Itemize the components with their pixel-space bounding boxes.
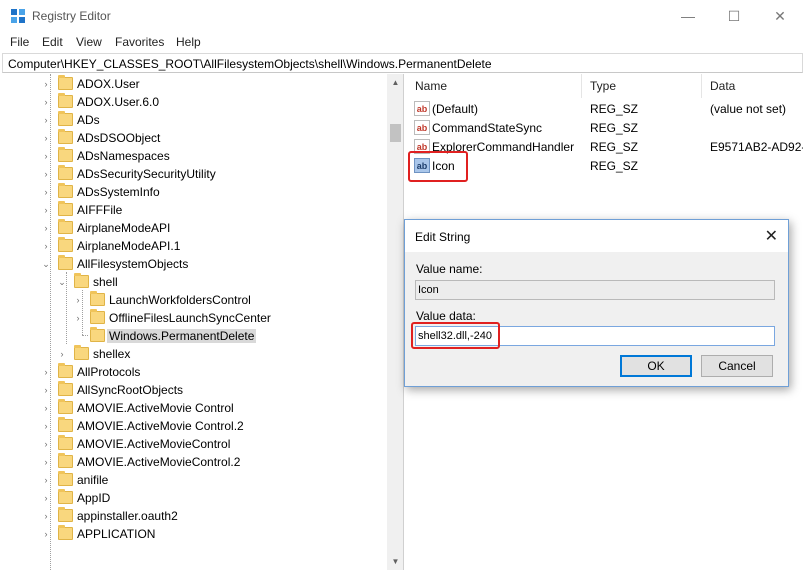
dialog-title: Edit String (415, 230, 471, 244)
expand-icon[interactable]: › (41, 204, 51, 216)
maximize-button[interactable]: ☐ (711, 0, 757, 32)
string-value-icon: ab (414, 101, 430, 116)
value-row[interactable]: ab CommandStateSync REG_SZ (407, 118, 803, 137)
folder-icon (58, 435, 73, 450)
dialog-title-bar: Edit String ✕ (405, 220, 788, 252)
value-row[interactable]: ab (Default) REG_SZ (value not set) (407, 99, 803, 118)
expand-icon[interactable]: › (41, 420, 51, 432)
menu-view[interactable]: View (76, 35, 102, 49)
expand-icon[interactable]: › (41, 222, 51, 234)
address-bar[interactable]: Computer\HKEY_CLASSES_ROOT\AllFilesystem… (2, 53, 803, 73)
scroll-down-icon[interactable]: ▼ (387, 553, 403, 570)
close-button[interactable]: ✕ (757, 0, 803, 32)
expand-icon[interactable]: › (41, 528, 51, 540)
highlight-box (408, 151, 468, 182)
folder-icon (58, 237, 73, 252)
expand-icon[interactable]: › (41, 510, 51, 522)
folder-icon (90, 327, 105, 342)
folder-icon (58, 453, 73, 468)
expand-icon[interactable]: › (41, 384, 51, 396)
tree-line (82, 335, 88, 336)
expand-icon[interactable]: › (41, 96, 51, 108)
folder-icon (58, 507, 73, 522)
tree-scrollbar[interactable]: ▲ ▼ (387, 74, 403, 570)
expand-icon[interactable]: › (41, 366, 51, 378)
expand-icon[interactable]: › (73, 294, 83, 306)
folder-icon (58, 201, 73, 216)
folder-icon (74, 273, 89, 288)
expand-icon[interactable]: › (41, 150, 51, 162)
expand-icon[interactable]: › (41, 456, 51, 468)
dialog-close-icon[interactable]: ✕ (765, 226, 778, 246)
menu-favorites[interactable]: Favorites (115, 35, 164, 49)
folder-icon (58, 525, 73, 540)
column-type[interactable]: Type (582, 74, 702, 98)
collapse-icon[interactable]: ⌄ (57, 276, 67, 288)
scroll-up-icon[interactable]: ▲ (387, 74, 403, 91)
menu-edit[interactable]: Edit (42, 35, 63, 49)
window-title: Registry Editor (32, 9, 111, 23)
column-name[interactable]: Name (407, 74, 582, 98)
menu-file[interactable]: File (10, 35, 29, 49)
edit-string-dialog: Edit String ✕ Value name: Icon Value dat… (404, 219, 789, 387)
folder-icon (58, 129, 73, 144)
folder-icon (58, 165, 73, 180)
title-bar: Registry Editor — ☐ ✕ (0, 0, 805, 32)
folder-icon (58, 255, 73, 270)
menu-bar: File Edit View Favorites Help (0, 32, 805, 52)
folder-icon (58, 363, 73, 378)
value-data-label: Value data: (416, 309, 476, 323)
value-name-label: Value name: (416, 262, 483, 276)
expand-icon[interactable]: › (41, 132, 51, 144)
folder-icon (58, 471, 73, 486)
column-data[interactable]: Data (702, 74, 803, 98)
expand-icon[interactable]: › (41, 186, 51, 198)
folder-icon (58, 111, 73, 126)
folder-icon (58, 219, 73, 234)
expand-icon[interactable]: › (41, 240, 51, 252)
registry-editor-icon (11, 9, 25, 23)
cancel-button[interactable]: Cancel (701, 355, 773, 377)
collapse-icon[interactable]: ⌄ (41, 258, 51, 270)
registry-tree[interactable]: › ADOX.User › ADOX.User.6.0 › ADs › ADsDSOOb… (2, 74, 404, 570)
folder-icon (90, 291, 105, 306)
expand-icon[interactable]: › (41, 402, 51, 414)
expand-icon[interactable]: › (73, 312, 83, 324)
expand-icon[interactable]: › (41, 78, 51, 90)
expand-icon[interactable]: › (41, 168, 51, 180)
minimize-button[interactable]: — (665, 0, 711, 32)
expand-icon[interactable]: › (41, 492, 51, 504)
menu-help[interactable]: Help (176, 35, 201, 49)
folder-icon (58, 381, 73, 396)
folder-icon (58, 183, 73, 198)
folder-icon (90, 309, 105, 324)
expand-icon[interactable]: › (41, 114, 51, 126)
folder-icon (58, 489, 73, 504)
folder-icon (58, 417, 73, 432)
expand-icon[interactable]: › (57, 348, 67, 360)
folder-icon (58, 93, 73, 108)
folder-icon (58, 399, 73, 414)
value-name-field: Icon (415, 280, 775, 300)
folder-icon (58, 75, 73, 90)
string-value-icon: ab (414, 120, 430, 135)
highlight-box (411, 322, 500, 349)
folder-icon (58, 147, 73, 162)
scroll-thumb[interactable] (390, 124, 401, 142)
ok-button[interactable]: OK (620, 355, 692, 377)
folder-icon (74, 345, 89, 360)
expand-icon[interactable]: › (41, 438, 51, 450)
expand-icon[interactable]: › (41, 474, 51, 486)
